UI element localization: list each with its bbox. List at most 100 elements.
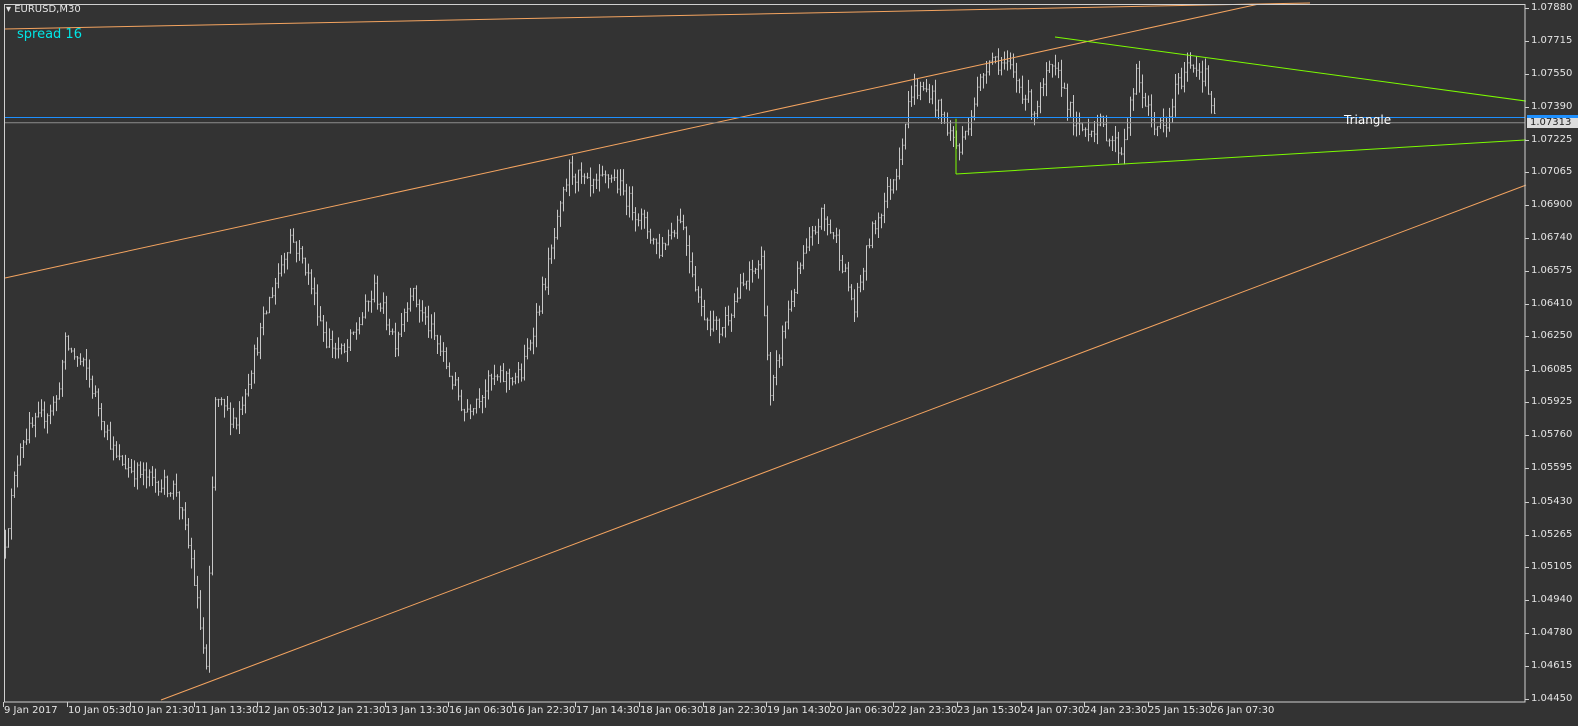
ohlc-bar xyxy=(190,537,193,569)
price-tick-label: 1.06085 xyxy=(1531,364,1573,375)
ohlc-bar xyxy=(1201,60,1204,93)
ohlc-bar xyxy=(1171,98,1174,123)
time-tick-label: 18 Jan 06:30 xyxy=(640,705,704,716)
ohlc-bar xyxy=(1069,101,1072,117)
price-chart[interactable] xyxy=(0,0,1578,726)
ohlc-bar xyxy=(751,259,754,283)
ohlc-bar xyxy=(511,377,514,386)
ohlc-bar xyxy=(283,252,286,274)
ohlc-bar xyxy=(316,284,319,326)
ohlc-bar xyxy=(853,289,856,323)
ohlc-bar xyxy=(445,347,448,370)
ohlc-bar xyxy=(1051,63,1054,78)
ohlc-bar xyxy=(1210,90,1213,114)
ohlc-bar xyxy=(100,403,103,431)
ohlc-bar xyxy=(163,469,166,495)
ohlc-bar xyxy=(418,299,421,323)
time-tick-label: 12 Jan 21:30 xyxy=(322,705,386,716)
ohlc-bar xyxy=(1057,62,1060,79)
chart-title[interactable]: ▾ EURUSD,M30 xyxy=(6,4,81,16)
ohlc-bar xyxy=(490,373,493,391)
ohlc-bar xyxy=(568,159,571,197)
ohlc-bar xyxy=(130,459,133,474)
ohlc-bar xyxy=(1030,89,1033,120)
channel-lower-line[interactable] xyxy=(160,184,1527,701)
ohlc-bar xyxy=(619,169,622,196)
ohlc-bar xyxy=(661,236,664,258)
dropdown-triangle-icon[interactable]: ▾ xyxy=(6,4,11,15)
ohlc-bar xyxy=(679,208,682,224)
ohlc-bar xyxy=(577,169,580,192)
ohlc-bar xyxy=(658,233,661,259)
ohlc-bar xyxy=(1114,125,1117,153)
ohlc-bar xyxy=(895,168,898,191)
ohlc-bar xyxy=(127,457,130,478)
ohlc-bar xyxy=(370,290,373,313)
ohlc-bar xyxy=(655,238,658,255)
ohlc-bar xyxy=(49,404,52,425)
ohlc-bar xyxy=(889,178,892,200)
ohlc-bar xyxy=(460,389,463,412)
channel-top-line[interactable] xyxy=(4,2,1311,30)
ohlc-bar xyxy=(544,278,547,291)
ohlc-bar xyxy=(355,322,358,340)
ohlc-bar xyxy=(643,209,646,229)
ohlc-bar xyxy=(592,178,595,194)
ohlc-bar xyxy=(301,246,304,264)
price-tick-label: 1.05595 xyxy=(1531,462,1573,473)
ohlc-bar xyxy=(979,73,982,91)
ohlc-bar xyxy=(424,306,427,325)
ohlc-bar xyxy=(169,492,172,497)
triangle-annotation[interactable]: Triangle xyxy=(1344,113,1391,127)
ohlc-bar xyxy=(1027,79,1030,103)
price-tick-label: 1.07550 xyxy=(1531,68,1573,79)
ohlc-bar xyxy=(820,207,823,230)
ohlc-bar xyxy=(1015,62,1018,93)
ohlc-bar xyxy=(196,575,199,609)
ohlc-bar xyxy=(667,229,670,246)
ohlc-bar xyxy=(178,491,181,520)
ohlc-bar xyxy=(19,443,22,466)
ohlc-bar xyxy=(94,385,97,398)
ohlc-bar xyxy=(151,466,154,486)
ohlc-bar xyxy=(430,314,433,339)
ohlc-bar xyxy=(715,316,718,331)
ohlc-bar xyxy=(22,439,25,458)
price-tick-label: 1.06900 xyxy=(1531,199,1573,210)
ohlc-bar xyxy=(1132,88,1135,111)
price-tick-label: 1.04450 xyxy=(1531,693,1573,704)
ohlc-bar xyxy=(787,300,790,330)
ohlc-bar xyxy=(862,267,865,291)
trendlines xyxy=(4,2,1527,701)
ohlc-bar xyxy=(1195,56,1198,77)
ohlc-bar xyxy=(517,361,520,384)
ohlc-bar xyxy=(967,117,970,136)
ohlc-bar xyxy=(118,444,121,461)
price-tick-label: 1.07880 xyxy=(1531,2,1573,13)
ohlc-bar xyxy=(298,240,301,261)
ohlc-bar xyxy=(793,288,796,308)
ohlc-bar xyxy=(139,461,142,479)
ohlc-bar xyxy=(556,209,559,240)
ohlc-bar xyxy=(181,507,184,520)
ohlc-bar xyxy=(214,397,217,491)
ohlc-bar xyxy=(187,518,190,549)
channel-upper-line[interactable] xyxy=(4,3,1260,279)
ohlc-bar xyxy=(1204,58,1207,87)
ohlc-bar xyxy=(700,288,703,317)
triangle-lower-line[interactable] xyxy=(955,139,1527,175)
ohlc-bar xyxy=(412,287,415,301)
ohlc-bar xyxy=(184,502,187,531)
time-tick-label: 25 Jan 15:30 xyxy=(1148,705,1212,716)
ohlc-bar xyxy=(697,286,700,303)
triangle-upper-line[interactable] xyxy=(1054,36,1527,102)
ohlc-bar xyxy=(1006,50,1009,71)
ohlc-bar xyxy=(562,186,565,212)
ohlc-bar xyxy=(145,462,148,489)
price-tick-label: 1.07390 xyxy=(1531,101,1573,112)
ohlc-bar xyxy=(331,330,334,359)
ohlc-bar xyxy=(1186,52,1189,82)
ohlc-bar xyxy=(1054,54,1057,76)
ohlc-bar xyxy=(991,52,994,65)
ohlc-bar xyxy=(322,314,325,342)
